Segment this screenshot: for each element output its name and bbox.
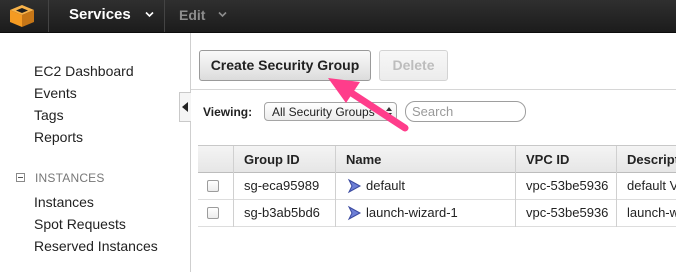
cell-description: default V [627, 178, 676, 193]
collapse-icon[interactable] [16, 173, 25, 182]
table-row[interactable]: sg-b3ab5bd6 launch-wizard-1 vpc-53be5936… [198, 200, 676, 227]
toolbar-divider [191, 89, 676, 90]
cell-group-id: sg-eca95989 [244, 178, 320, 193]
column-header-group-id[interactable]: Group ID [244, 152, 300, 167]
column-separator [616, 146, 617, 227]
row-checkbox[interactable] [207, 207, 219, 219]
delete-button[interactable]: Delete [379, 50, 448, 81]
column-header-vpc-id[interactable]: VPC ID [526, 152, 569, 167]
cell-group-id: sg-b3ab5bd6 [244, 205, 320, 220]
top-navigation-bar: Services Edit [0, 0, 676, 33]
column-separator [515, 146, 516, 227]
cell-description: launch-w [627, 205, 676, 220]
sidebar-item-ec2-dashboard[interactable]: EC2 Dashboard [34, 63, 134, 79]
select-arrows-icon [386, 107, 392, 117]
services-menu[interactable]: Services [69, 6, 131, 23]
viewing-label: Viewing: [203, 105, 253, 119]
sidebar-section-label: INSTANCES [35, 171, 105, 185]
security-group-icon [347, 178, 362, 194]
sidebar-item-events[interactable]: Events [34, 85, 77, 101]
column-separator [335, 146, 336, 227]
row-checkbox[interactable] [207, 180, 219, 192]
sidebar-item-spot-requests[interactable]: Spot Requests [34, 216, 126, 232]
topbar-separator [48, 0, 49, 32]
edit-menu[interactable]: Edit [179, 7, 205, 23]
sidebar: EC2 Dashboard Events Tags Reports INSTAN… [0, 33, 190, 272]
security-group-icon [347, 205, 362, 221]
search-input[interactable]: Search [405, 101, 526, 122]
sidebar-item-tags[interactable]: Tags [34, 107, 64, 123]
viewing-select[interactable]: All Security Groups [264, 102, 397, 121]
cell-name: launch-wizard-1 [366, 205, 458, 220]
search-placeholder: Search [412, 104, 454, 119]
table-row[interactable]: sg-eca95989 default vpc-53be5936 default… [198, 173, 676, 200]
topbar-separator [164, 0, 165, 32]
sidebar-item-instances[interactable]: Instances [34, 194, 94, 210]
sidebar-divider [190, 33, 191, 272]
collapse-sidebar-handle[interactable] [179, 92, 191, 122]
cell-vpc-id: vpc-53be5936 [526, 178, 609, 193]
viewing-select-value: All Security Groups [272, 105, 375, 119]
sidebar-item-reserved-instances[interactable]: Reserved Instances [34, 238, 158, 254]
chevron-down-icon[interactable] [218, 11, 227, 18]
sidebar-item-reports[interactable]: Reports [34, 129, 83, 145]
column-header-description[interactable]: Descript [627, 152, 676, 167]
cell-name: default [366, 178, 406, 193]
column-header-name[interactable]: Name [346, 152, 381, 167]
table-header: Group ID Name VPC ID Descript [198, 146, 676, 173]
aws-cube-icon[interactable] [8, 4, 36, 28]
cell-vpc-id: vpc-53be5936 [526, 205, 609, 220]
create-security-group-button[interactable]: Create Security Group [199, 50, 371, 81]
column-separator [233, 146, 234, 227]
chevron-down-icon[interactable] [145, 11, 154, 18]
